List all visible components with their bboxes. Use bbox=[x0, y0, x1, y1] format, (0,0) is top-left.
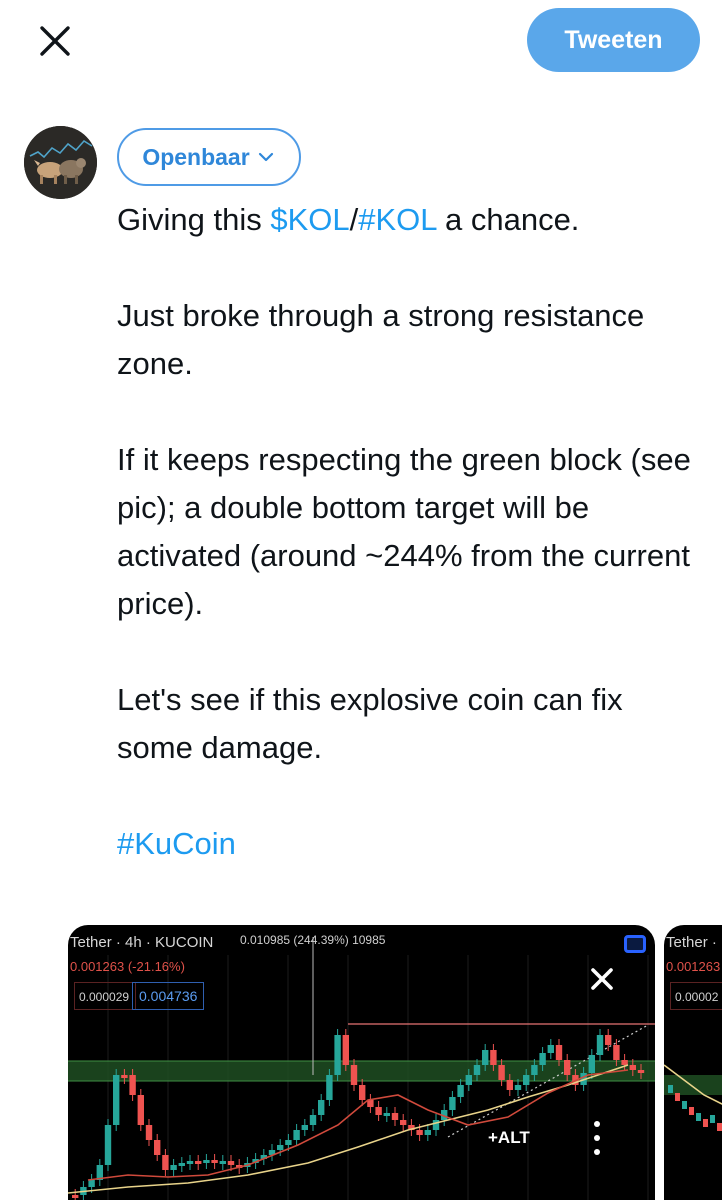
candle-body bbox=[689, 1107, 694, 1115]
avatar[interactable] bbox=[24, 126, 97, 199]
candle-body bbox=[203, 1160, 210, 1163]
candle-body bbox=[195, 1161, 202, 1164]
candle-body bbox=[72, 1195, 79, 1198]
candle-body bbox=[375, 1107, 382, 1115]
chart-change-readout: 0.001263 bbox=[666, 959, 721, 974]
close-icon bbox=[40, 26, 70, 56]
candle-body bbox=[564, 1060, 571, 1075]
candle-body bbox=[88, 1180, 95, 1187]
audience-label: Openbaar bbox=[142, 143, 250, 170]
candle-body bbox=[465, 1075, 472, 1085]
candle-body bbox=[432, 1120, 440, 1130]
candle-body bbox=[498, 1065, 505, 1080]
candle-body bbox=[629, 1065, 636, 1070]
candle-body bbox=[457, 1085, 464, 1097]
candle-body bbox=[383, 1113, 390, 1116]
tweet-text[interactable]: Giving this $KOL/#KOL a chance. Just bro… bbox=[117, 196, 707, 868]
candle-body bbox=[301, 1125, 308, 1130]
candle-body bbox=[170, 1165, 177, 1170]
text-segment: a chance. bbox=[436, 202, 580, 237]
tweet-paragraph: Let's see if this explosive coin can fix… bbox=[117, 682, 623, 765]
candle-body bbox=[400, 1120, 407, 1125]
candle-body bbox=[162, 1155, 169, 1170]
candle-body bbox=[227, 1161, 235, 1165]
hashtag-link[interactable]: #KuCoin bbox=[117, 826, 236, 861]
candle-body bbox=[613, 1045, 620, 1060]
candle-body bbox=[717, 1123, 722, 1131]
candle-body bbox=[277, 1145, 284, 1150]
candle-body bbox=[334, 1035, 341, 1075]
candle-body bbox=[605, 1035, 612, 1045]
candle-body bbox=[309, 1115, 317, 1125]
text-segment: Giving this bbox=[117, 202, 271, 237]
candle-body bbox=[696, 1113, 701, 1121]
candle-body bbox=[596, 1035, 604, 1055]
text-segment: / bbox=[349, 202, 359, 237]
candle-body bbox=[514, 1085, 522, 1090]
candle-body bbox=[350, 1065, 358, 1085]
candle-body bbox=[703, 1119, 708, 1127]
close-button[interactable] bbox=[32, 18, 78, 64]
candle-body bbox=[449, 1097, 456, 1110]
price-chart-image bbox=[68, 937, 655, 1200]
candle-body bbox=[710, 1115, 715, 1123]
candle-body bbox=[342, 1035, 349, 1065]
tweet-button[interactable]: Tweeten bbox=[527, 8, 700, 72]
candle-body bbox=[113, 1075, 120, 1125]
tweet-paragraph: #KuCoin bbox=[117, 820, 707, 868]
cashtag-link[interactable]: $KOL bbox=[270, 202, 349, 237]
chart-value-box: 0.00002 bbox=[670, 982, 722, 1010]
candle-body bbox=[490, 1050, 497, 1065]
candle-body bbox=[359, 1085, 366, 1100]
candle-body bbox=[154, 1140, 161, 1155]
candle-body bbox=[121, 1075, 128, 1078]
candle-body bbox=[473, 1065, 481, 1075]
media-attachment-2[interactable]: Tether · 0.001263 0.00002 bbox=[664, 925, 722, 1200]
candle-body bbox=[531, 1065, 538, 1075]
candle-body bbox=[129, 1075, 136, 1095]
candle-body bbox=[621, 1060, 628, 1065]
bull-bear-avatar bbox=[24, 126, 97, 199]
tweet-paragraph: If it keeps respecting the green block (… bbox=[117, 442, 691, 621]
candle-body bbox=[318, 1100, 325, 1115]
candle-body bbox=[482, 1050, 489, 1065]
candle-body bbox=[219, 1161, 226, 1164]
candle-body bbox=[285, 1140, 292, 1145]
candle-body bbox=[555, 1045, 563, 1060]
candle-body bbox=[424, 1130, 431, 1135]
candle-body bbox=[178, 1163, 185, 1166]
candle-body bbox=[137, 1095, 144, 1125]
media-attachment[interactable]: Tether · 4h · KUCOIN 0.010985 (244.39%) … bbox=[68, 925, 655, 1200]
moving-average bbox=[87, 1069, 629, 1181]
close-icon[interactable] bbox=[586, 963, 618, 995]
candle-body bbox=[186, 1161, 194, 1164]
candle-body bbox=[675, 1093, 680, 1101]
candle-body bbox=[682, 1101, 687, 1109]
candle-body bbox=[547, 1045, 554, 1053]
candle-body bbox=[668, 1085, 673, 1093]
candle-body bbox=[539, 1053, 546, 1065]
tweet-paragraph: Giving this $KOL/#KOL a chance. bbox=[117, 196, 707, 244]
more-vertical-icon[interactable] bbox=[588, 1118, 606, 1158]
chevron-down-icon bbox=[258, 152, 273, 162]
chart-title: Tether · bbox=[666, 934, 717, 951]
candle-body bbox=[637, 1070, 645, 1073]
audience-selector[interactable]: Openbaar bbox=[117, 128, 301, 186]
candle-body bbox=[367, 1100, 374, 1107]
candle-body bbox=[416, 1130, 423, 1135]
candle-body bbox=[391, 1113, 399, 1120]
candle-body bbox=[104, 1125, 112, 1165]
candle-body bbox=[523, 1075, 530, 1085]
tweet-paragraph: Just broke through a strong resistance z… bbox=[117, 298, 645, 381]
candle-body bbox=[293, 1130, 300, 1140]
candle-body bbox=[506, 1080, 513, 1090]
candle-body bbox=[326, 1075, 333, 1100]
candle-body bbox=[145, 1125, 153, 1140]
hashtag-link[interactable]: #KOL bbox=[358, 202, 436, 237]
candle-body bbox=[588, 1055, 595, 1073]
candle-body bbox=[211, 1160, 218, 1163]
